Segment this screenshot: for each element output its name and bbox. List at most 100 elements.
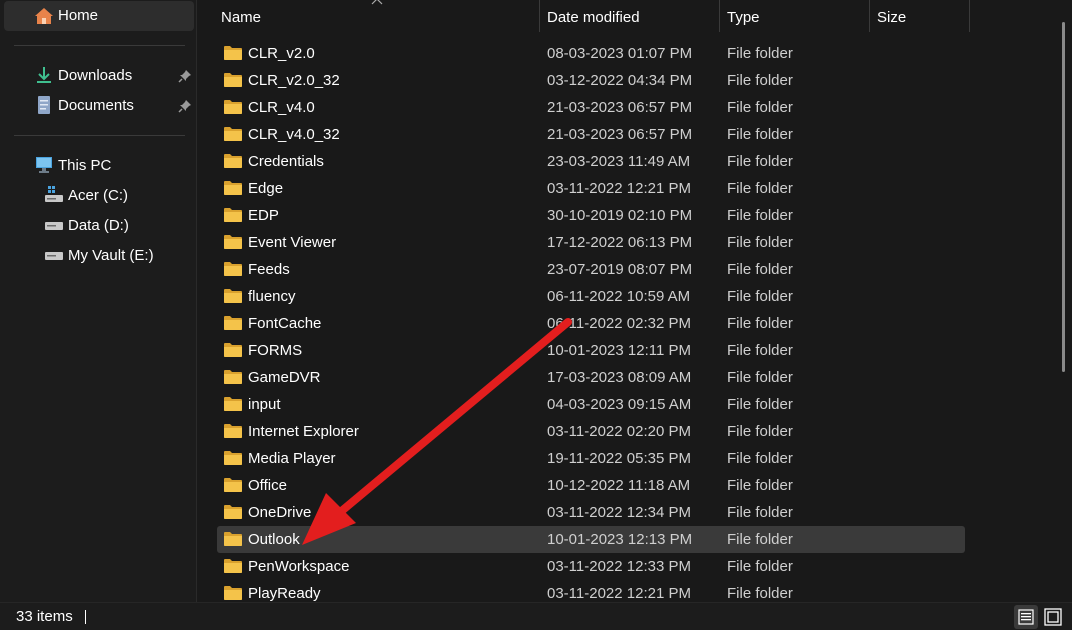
- file-row[interactable]: Edge 03-11-2022 12:21 PM File folder: [217, 175, 965, 202]
- file-name: input: [248, 396, 281, 413]
- file-date-modified: 03-12-2022 04:34 PM: [547, 72, 693, 89]
- file-list-view: Name Date modified Type Size CLR_v2.0 08-…: [197, 0, 1072, 602]
- file-type: File folder: [727, 207, 793, 224]
- details-view-button[interactable]: [1014, 605, 1038, 629]
- file-date-modified: 10-12-2022 11:18 AM: [547, 477, 691, 494]
- file-row[interactable]: CLR_v2.0_32 03-12-2022 04:34 PM File folde…: [217, 67, 965, 94]
- file-row[interactable]: CLR_v4.0 21-03-2023 06:57 PM File folder: [217, 94, 965, 121]
- file-date-modified: 03-11-2022 12:21 PM: [547, 180, 691, 197]
- file-type: File folder: [727, 153, 793, 170]
- folder-icon: [224, 397, 242, 411]
- folder-icon: [224, 451, 242, 465]
- file-date-modified: 10-01-2023 12:11 PM: [547, 342, 691, 359]
- large-icons-view-icon: [1044, 608, 1062, 626]
- file-type: File folder: [727, 180, 793, 197]
- file-row[interactable]: Outlook 10-01-2023 12:13 PM File folder: [217, 526, 965, 553]
- file-type: File folder: [727, 342, 793, 359]
- file-type: File folder: [727, 396, 793, 413]
- file-name: Credentials: [248, 153, 324, 170]
- file-row[interactable]: Media Player 19-11-2022 05:35 PM File fold…: [217, 445, 965, 472]
- folder-icon: [224, 289, 242, 303]
- file-type: File folder: [727, 234, 793, 251]
- folder-icon: [224, 478, 242, 492]
- file-row[interactable]: OneDrive 03-11-2022 12:34 PM File folder: [217, 499, 965, 526]
- file-date-modified: 21-03-2023 06:57 PM: [547, 99, 693, 116]
- nav-item-downloads[interactable]: Downloads: [4, 61, 194, 91]
- file-row[interactable]: CLR_v2.0 08-03-2023 01:07 PM File folder: [217, 40, 965, 67]
- file-name: FontCache: [248, 315, 322, 332]
- file-date-modified: 21-03-2023 06:57 PM: [547, 126, 693, 143]
- folder-icon: [224, 343, 242, 357]
- file-row[interactable]: Feeds 23-07-2019 08:07 PM File folder: [217, 256, 965, 283]
- file-type: File folder: [727, 477, 793, 494]
- file-date-modified: 03-11-2022 12:34 PM: [547, 504, 691, 521]
- document-icon: [38, 96, 50, 114]
- navigation-pane: Home Downloads Documents This PC Acer (C…: [0, 0, 196, 602]
- scrollbar-thumb[interactable]: [1062, 22, 1065, 372]
- file-row[interactable]: FontCache 06-11-2022 02:32 PM File folder: [217, 310, 965, 337]
- file-list: CLR_v2.0 08-03-2023 01:07 PM File folder CL…: [197, 0, 977, 602]
- file-name: EDP: [248, 207, 279, 224]
- file-name: CLR_v4.0: [248, 99, 315, 116]
- file-name: Feeds: [248, 261, 290, 278]
- file-row[interactable]: Event Viewer 17-12-2022 06:13 PM File fold…: [217, 229, 965, 256]
- file-name: PenWorkspace: [248, 558, 350, 575]
- file-row[interactable]: GameDVR 17-03-2023 08:09 AM File folder: [217, 364, 965, 391]
- folder-icon: [224, 235, 242, 249]
- large-icons-view-button[interactable]: [1041, 605, 1065, 629]
- folder-icon: [224, 208, 242, 222]
- file-name: CLR_v2.0: [248, 45, 315, 62]
- nav-separator: [14, 135, 185, 136]
- file-row[interactable]: Office 10-12-2022 11:18 AM File folder: [217, 472, 965, 499]
- nav-item-drive-c[interactable]: Acer (C:): [4, 181, 194, 211]
- file-name: GameDVR: [248, 369, 321, 386]
- file-row[interactable]: input 04-03-2023 09:15 AM File folder: [217, 391, 965, 418]
- nav-separator: [14, 45, 185, 46]
- file-name: OneDrive: [248, 504, 312, 521]
- drive-icon: [45, 222, 63, 230]
- file-name: Office: [248, 477, 287, 494]
- download-icon: [37, 67, 51, 83]
- file-name: CLR_v2.0_32: [248, 72, 340, 89]
- file-name: Outlook: [248, 531, 300, 548]
- file-type: File folder: [727, 315, 793, 332]
- file-date-modified: 23-07-2019 08:07 PM: [547, 261, 693, 278]
- file-type: File folder: [727, 450, 793, 467]
- folder-icon: [224, 316, 242, 330]
- pin-icon[interactable]: [178, 69, 192, 83]
- file-row[interactable]: Internet Explorer 03-11-2022 02:20 PM File…: [217, 418, 965, 445]
- file-row[interactable]: Credentials 23-03-2023 11:49 AM File folde…: [217, 148, 965, 175]
- folder-icon: [224, 127, 242, 141]
- file-name: Edge: [248, 180, 284, 197]
- nav-item-this-pc[interactable]: This PC: [4, 151, 194, 181]
- pin-icon[interactable]: [178, 99, 192, 113]
- item-count: 33 items: [16, 608, 73, 625]
- nav-label-drive-d: Data (D:): [68, 217, 129, 234]
- file-date-modified: 17-12-2022 06:13 PM: [547, 234, 693, 251]
- folder-icon: [224, 154, 242, 168]
- file-date-modified: 06-11-2022 02:32 PM: [547, 315, 691, 332]
- file-date-modified: 03-11-2022 02:20 PM: [547, 423, 691, 440]
- file-type: File folder: [727, 369, 793, 386]
- file-row[interactable]: CLR_v4.0_32 21-03-2023 06:57 PM File folde…: [217, 121, 965, 148]
- file-name: fluency: [248, 288, 296, 305]
- file-row[interactable]: EDP 30-10-2019 02:10 PM File folder: [217, 202, 965, 229]
- folder-icon: [224, 46, 242, 60]
- file-name: CLR_v4.0_32: [248, 126, 340, 143]
- file-row[interactable]: fluency 06-11-2022 10:59 AM File folder: [217, 283, 965, 310]
- file-row[interactable]: FORMS 10-01-2023 12:11 PM File folder: [217, 337, 965, 364]
- nav-label-downloads: Downloads: [58, 67, 133, 84]
- folder-icon: [224, 262, 242, 276]
- file-row[interactable]: PenWorkspace 03-11-2022 12:33 PM File fold…: [217, 553, 965, 580]
- file-type: File folder: [727, 531, 793, 548]
- nav-item-home[interactable]: Home: [4, 1, 194, 31]
- vertical-scrollbar[interactable]: [1058, 16, 1068, 376]
- folder-icon: [224, 586, 242, 600]
- nav-item-drive-d[interactable]: Data (D:): [4, 211, 194, 241]
- nav-item-documents[interactable]: Documents: [4, 91, 194, 121]
- file-name: Media Player: [248, 450, 336, 467]
- file-date-modified: 04-03-2023 09:15 AM: [547, 396, 692, 413]
- nav-item-drive-e[interactable]: My Vault (E:): [4, 241, 194, 271]
- file-type: File folder: [727, 504, 793, 521]
- file-row[interactable]: PlayReady 03-11-2022 12:21 PM File folder: [217, 580, 965, 602]
